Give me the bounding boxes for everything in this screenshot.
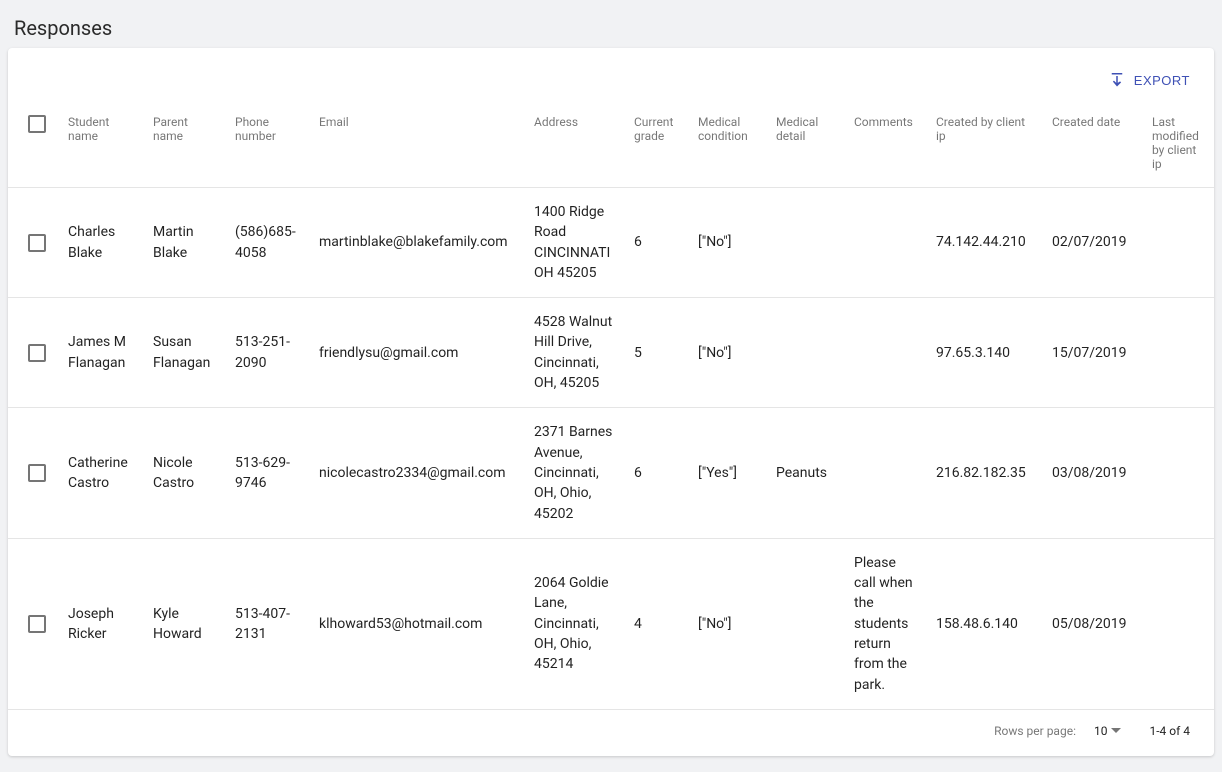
col-created-ip[interactable]: Created by client ip bbox=[928, 105, 1044, 188]
pagination-footer: Rows per page: 10 1-4 of 4 bbox=[8, 710, 1214, 748]
col-med-cond[interactable]: Medical condition bbox=[690, 105, 768, 188]
col-created-date[interactable]: Created date bbox=[1044, 105, 1144, 188]
cell-parent-name: Kyle Howard bbox=[145, 538, 227, 709]
cell-phone: 513-251-2090 bbox=[227, 298, 311, 408]
cell-created-date: 15/07/2019 bbox=[1044, 298, 1144, 408]
cell-grade: 5 bbox=[626, 298, 690, 408]
table-header-row: Student name Parent name Phone number Em… bbox=[8, 105, 1214, 188]
table-row[interactable]: Catherine CastroNicole Castro513-629-974… bbox=[8, 408, 1214, 538]
cell-email: martinblake@blakefamily.com bbox=[311, 188, 526, 298]
cell-student-name: Joseph Ricker bbox=[60, 538, 145, 709]
cell-phone: (586)685-4058 bbox=[227, 188, 311, 298]
cell-modified-ip bbox=[1144, 298, 1214, 408]
select-all-checkbox[interactable] bbox=[28, 115, 46, 133]
col-student-name[interactable]: Student name bbox=[60, 105, 145, 188]
responses-card: EXPORT bbox=[8, 48, 1214, 756]
cell-address: 2371 Barnes Avenue, Cincinnati, OH, Ohio… bbox=[526, 408, 626, 538]
cell-grade: 6 bbox=[626, 188, 690, 298]
table-row[interactable]: Joseph RickerKyle Howard513-407-2131klho… bbox=[8, 538, 1214, 709]
cell-comments bbox=[846, 408, 928, 538]
rows-per-page-label: Rows per page: bbox=[994, 724, 1076, 738]
cell-grade: 4 bbox=[626, 538, 690, 709]
cell-grade: 6 bbox=[626, 408, 690, 538]
cell-email: nicolecastro2334@gmail.com bbox=[311, 408, 526, 538]
chevron-down-icon bbox=[1111, 728, 1121, 733]
col-med-detail[interactable]: Medical detail bbox=[768, 105, 846, 188]
cell-phone: 513-629-9746 bbox=[227, 408, 311, 538]
row-checkbox[interactable] bbox=[28, 615, 46, 633]
table-row[interactable]: James M FlanaganSusan Flanagan513-251-20… bbox=[8, 298, 1214, 408]
col-phone[interactable]: Phone number bbox=[227, 105, 311, 188]
rows-per-page-value: 10 bbox=[1094, 724, 1108, 738]
cell-modified-ip bbox=[1144, 188, 1214, 298]
cell-med-cond: ["No"] bbox=[690, 188, 768, 298]
cell-modified-ip bbox=[1144, 408, 1214, 538]
col-modified-ip[interactable]: Last modified by client ip bbox=[1144, 105, 1214, 188]
cell-comments bbox=[846, 298, 928, 408]
cell-email: klhoward53@hotmail.com bbox=[311, 538, 526, 709]
cell-med-cond: ["No"] bbox=[690, 538, 768, 709]
page-title: Responses bbox=[14, 16, 1214, 40]
row-checkbox-cell bbox=[8, 188, 60, 298]
row-checkbox[interactable] bbox=[28, 234, 46, 252]
rows-per-page: Rows per page: 10 bbox=[994, 724, 1121, 738]
cell-address: 2064 Goldie Lane, Cincinnati, OH, Ohio, … bbox=[526, 538, 626, 709]
cell-med-detail bbox=[768, 298, 846, 408]
cell-created-ip: 216.82.182.35 bbox=[928, 408, 1044, 538]
toolbar: EXPORT bbox=[8, 48, 1214, 105]
export-button-label: EXPORT bbox=[1134, 73, 1190, 88]
pagination-range: 1-4 of 4 bbox=[1149, 724, 1190, 738]
cell-student-name: Catherine Castro bbox=[60, 408, 145, 538]
col-parent-name[interactable]: Parent name bbox=[145, 105, 227, 188]
row-checkbox-cell bbox=[8, 408, 60, 538]
cell-email: friendlysu@gmail.com bbox=[311, 298, 526, 408]
col-address[interactable]: Address bbox=[526, 105, 626, 188]
responses-table: Student name Parent name Phone number Em… bbox=[8, 105, 1214, 710]
cell-student-name: James M Flanagan bbox=[60, 298, 145, 408]
cell-created-ip: 158.48.6.140 bbox=[928, 538, 1044, 709]
col-email[interactable]: Email bbox=[311, 105, 526, 188]
cell-address: 1400 Ridge Road CINCINNATI OH 45205 bbox=[526, 188, 626, 298]
cell-parent-name: Susan Flanagan bbox=[145, 298, 227, 408]
rows-per-page-select[interactable]: 10 bbox=[1094, 724, 1122, 738]
cell-created-ip: 97.65.3.140 bbox=[928, 298, 1044, 408]
cell-student-name: Charles Blake bbox=[60, 188, 145, 298]
row-checkbox-cell bbox=[8, 298, 60, 408]
row-checkbox-cell bbox=[8, 538, 60, 709]
cell-med-detail bbox=[768, 538, 846, 709]
row-checkbox[interactable] bbox=[28, 344, 46, 362]
download-icon bbox=[1108, 70, 1126, 91]
cell-med-detail bbox=[768, 188, 846, 298]
col-comments[interactable]: Comments bbox=[846, 105, 928, 188]
cell-created-ip: 74.142.44.210 bbox=[928, 188, 1044, 298]
cell-phone: 513-407-2131 bbox=[227, 538, 311, 709]
cell-parent-name: Nicole Castro bbox=[145, 408, 227, 538]
cell-created-date: 02/07/2019 bbox=[1044, 188, 1144, 298]
cell-med-cond: ["No"] bbox=[690, 298, 768, 408]
cell-comments bbox=[846, 188, 928, 298]
row-checkbox[interactable] bbox=[28, 464, 46, 482]
cell-med-detail: Peanuts bbox=[768, 408, 846, 538]
cell-comments: Please call when the students return fro… bbox=[846, 538, 928, 709]
cell-created-date: 03/08/2019 bbox=[1044, 408, 1144, 538]
export-button[interactable]: EXPORT bbox=[1104, 64, 1194, 97]
cell-address: 4528 Walnut Hill Drive, Cincinnati, OH, … bbox=[526, 298, 626, 408]
cell-med-cond: ["Yes"] bbox=[690, 408, 768, 538]
col-grade[interactable]: Current grade bbox=[626, 105, 690, 188]
cell-created-date: 05/08/2019 bbox=[1044, 538, 1144, 709]
cell-parent-name: Martin Blake bbox=[145, 188, 227, 298]
cell-modified-ip bbox=[1144, 538, 1214, 709]
table-row[interactable]: Charles BlakeMartin Blake(586)685-4058ma… bbox=[8, 188, 1214, 298]
header-checkbox-cell bbox=[8, 105, 60, 188]
